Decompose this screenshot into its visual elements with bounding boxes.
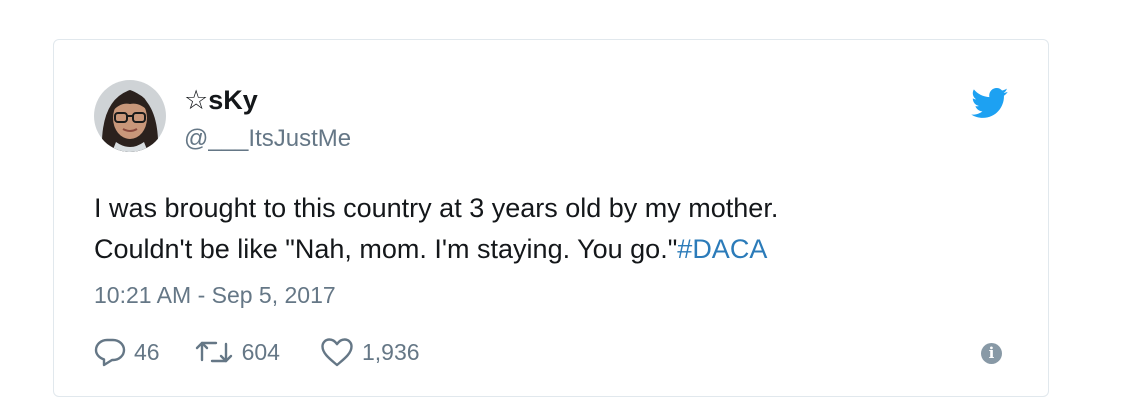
tweet-card: ☆sKy @___ItsJustMe I was brought to this… (53, 39, 1049, 397)
twitter-bird-icon[interactable] (971, 88, 1009, 119)
avatar[interactable] (94, 80, 166, 152)
reply-icon (94, 338, 126, 367)
reply-count: 46 (134, 339, 160, 365)
tweet-text-line-2: Couldn't be like "Nah, mom. I'm staying.… (94, 229, 994, 270)
hashtag-link[interactable]: #DACA (677, 234, 767, 264)
like-count: 1,936 (361, 339, 420, 365)
tweet-text-body: Couldn't be like "Nah, mom. I'm staying.… (94, 234, 678, 264)
info-icon[interactable]: i (981, 343, 1002, 364)
tweet-text: I was brought to this country at 3 years… (94, 188, 994, 270)
retweet-icon (195, 341, 232, 363)
heart-icon (321, 338, 353, 367)
display-name[interactable]: ☆sKy (184, 84, 258, 116)
retweet-button[interactable]: 604 (194, 338, 280, 366)
avatar-photo (94, 80, 166, 152)
tweet-actions: 46 604 1,936 (94, 336, 420, 368)
tweet-timestamp[interactable]: 10:21 AM - Sep 5, 2017 (94, 280, 336, 310)
like-button[interactable]: 1,936 (320, 337, 420, 367)
tweet-text-line-1: I was brought to this country at 3 years… (94, 193, 779, 223)
retweet-count: 604 (241, 339, 280, 365)
reply-button[interactable]: 46 (94, 337, 160, 367)
user-handle[interactable]: @___ItsJustMe (184, 124, 351, 154)
